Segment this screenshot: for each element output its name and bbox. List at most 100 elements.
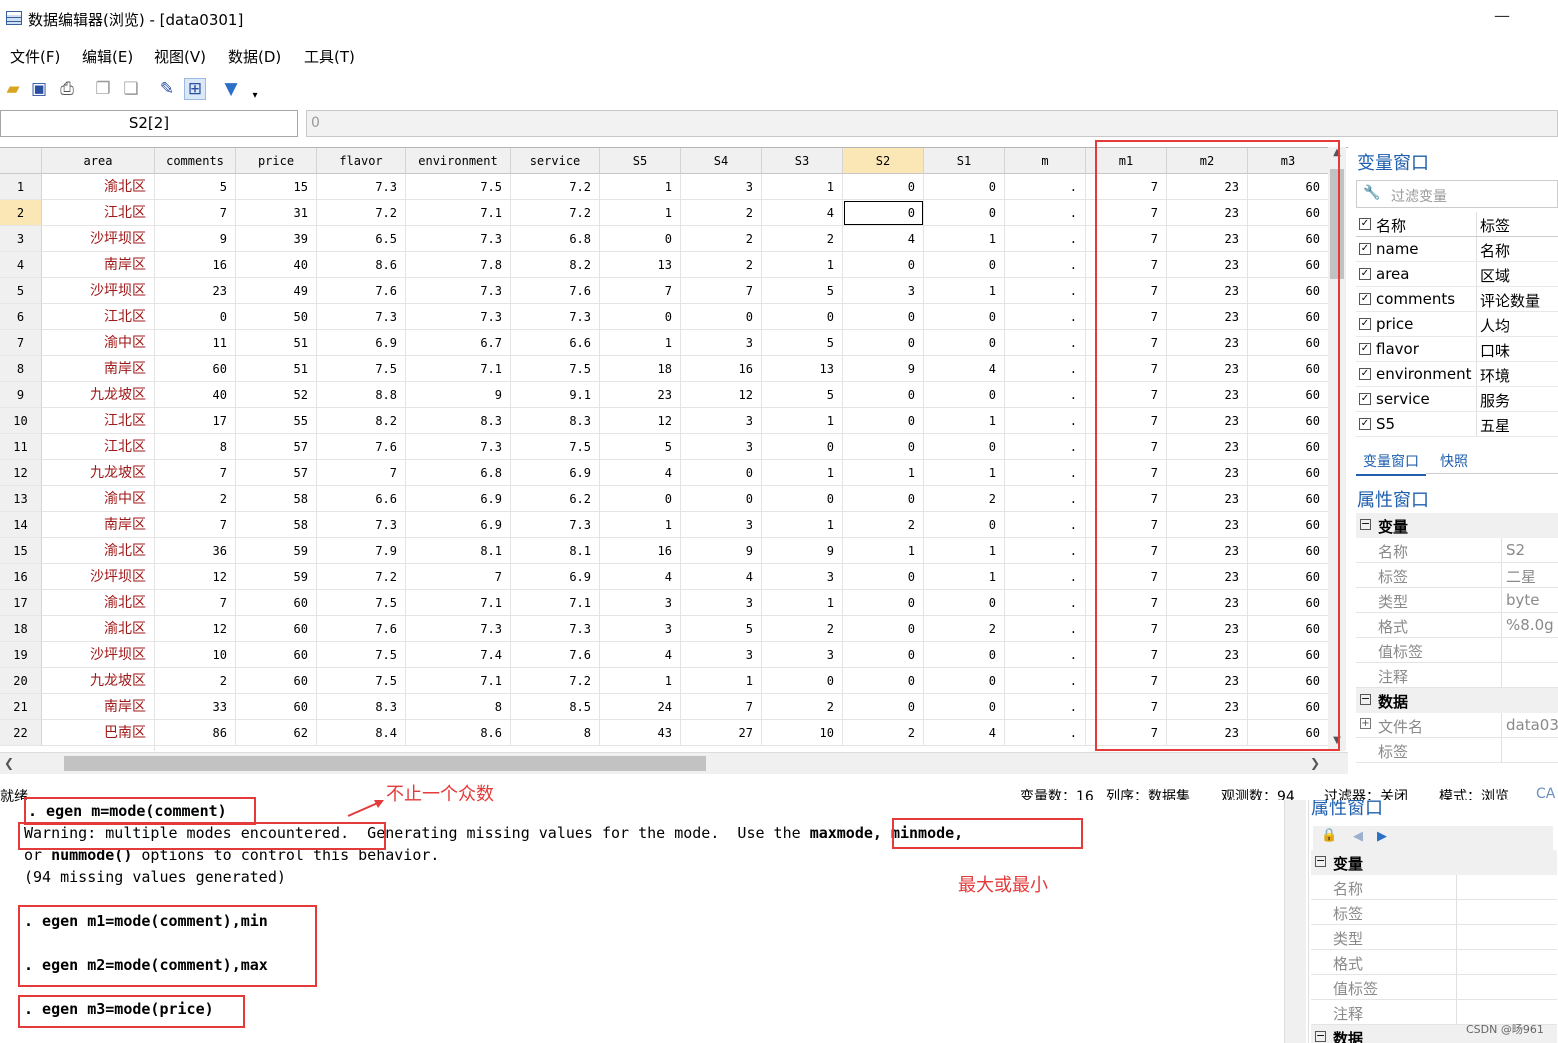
- data-cell-S3[interactable]: 0: [762, 434, 843, 460]
- edit-icon[interactable]: ✎: [156, 78, 178, 100]
- data-cell-S1[interactable]: 0: [924, 642, 1005, 668]
- row-header[interactable]: 1: [0, 174, 42, 200]
- data-cell-flavor[interactable]: 8.4: [317, 720, 406, 746]
- data-cell-price[interactable]: 49: [236, 278, 317, 304]
- data-cell-S4[interactable]: 2: [681, 226, 762, 252]
- data-cell-S3[interactable]: 3: [762, 642, 843, 668]
- data-cell-price[interactable]: 39: [236, 226, 317, 252]
- data-cell-S5[interactable]: 1: [600, 330, 681, 356]
- data-cell-price[interactable]: 40: [236, 252, 317, 278]
- hscroll-thumb[interactable]: [64, 756, 706, 771]
- data-cell-S2[interactable]: 0: [843, 174, 924, 200]
- data-cell-S2[interactable]: 0: [843, 434, 924, 460]
- data-cell-service[interactable]: 8: [511, 720, 600, 746]
- data-cell-area[interactable]: 巴南区: [42, 720, 155, 746]
- data-cell-price[interactable]: 51: [236, 330, 317, 356]
- property-row[interactable]: 标签: [1356, 738, 1558, 763]
- data-cell-S3[interactable]: 2: [762, 616, 843, 642]
- data-cell-S4[interactable]: 3: [681, 174, 762, 200]
- data-cell-service[interactable]: 7.2: [511, 174, 600, 200]
- data-cell-S5[interactable]: 12: [600, 408, 681, 434]
- data-cell-comments[interactable]: 7: [155, 460, 236, 486]
- data-cell-S1[interactable]: 2: [924, 486, 1005, 512]
- data-cell-service[interactable]: 7.5: [511, 356, 600, 382]
- data-cell-environment[interactable]: 7.3: [406, 434, 511, 460]
- collapse-icon[interactable]: −: [1315, 855, 1326, 867]
- open-icon[interactable]: ▰: [2, 78, 24, 100]
- data-cell-comments[interactable]: 16: [155, 252, 236, 278]
- data-cell-service[interactable]: 6.2: [511, 486, 600, 512]
- property-row[interactable]: 名称: [1311, 875, 1557, 900]
- data-cell-S2[interactable]: 0: [843, 668, 924, 694]
- group-variable[interactable]: − 变量: [1356, 513, 1558, 538]
- data-cell-S1[interactable]: 1: [924, 278, 1005, 304]
- data-cell-S4[interactable]: 2: [681, 200, 762, 226]
- data-cell-S4[interactable]: 3: [681, 408, 762, 434]
- data-cell-environment[interactable]: 8.3: [406, 408, 511, 434]
- data-cell-service[interactable]: 6.6: [511, 330, 600, 356]
- data-cell-S1[interactable]: 0: [924, 668, 1005, 694]
- data-cell-S1[interactable]: 0: [924, 304, 1005, 330]
- data-cell-flavor[interactable]: 7.6: [317, 616, 406, 642]
- data-cell-S3[interactable]: 0: [762, 304, 843, 330]
- data-cell-flavor[interactable]: 8.2: [317, 408, 406, 434]
- data-cell-S3[interactable]: 1: [762, 460, 843, 486]
- checkbox-icon[interactable]: ✓: [1359, 318, 1371, 330]
- variable-item-environment[interactable]: ✓ environment 环境: [1356, 362, 1558, 387]
- data-cell-flavor[interactable]: 7.6: [317, 278, 406, 304]
- data-cell-comments[interactable]: 33: [155, 694, 236, 720]
- data-cell-service[interactable]: 6.8: [511, 226, 600, 252]
- property-row[interactable]: 格式 %8.0g: [1356, 613, 1558, 638]
- data-cell-S1[interactable]: 1: [924, 408, 1005, 434]
- data-cell-price[interactable]: 55: [236, 408, 317, 434]
- data-cell-comments[interactable]: 17: [155, 408, 236, 434]
- data-cell-S5[interactable]: 18: [600, 356, 681, 382]
- collapse-icon[interactable]: −: [1315, 1030, 1326, 1042]
- data-cell-flavor[interactable]: 8.3: [317, 694, 406, 720]
- data-cell-S2[interactable]: 0: [843, 408, 924, 434]
- row-header[interactable]: 20: [0, 668, 42, 694]
- data-cell-area[interactable]: 南岸区: [42, 694, 155, 720]
- data-cell-environment[interactable]: 8.6: [406, 720, 511, 746]
- data-cell-environment[interactable]: 9: [406, 382, 511, 408]
- data-cell-environment[interactable]: 7.3: [406, 304, 511, 330]
- data-cell-environment[interactable]: 6.9: [406, 486, 511, 512]
- data-cell-comments[interactable]: 12: [155, 616, 236, 642]
- data-cell-S1[interactable]: 1: [924, 538, 1005, 564]
- data-cell-S2[interactable]: 0: [843, 564, 924, 590]
- data-cell-S2[interactable]: 0: [843, 330, 924, 356]
- data-cell-m[interactable]: .: [1005, 252, 1086, 278]
- data-cell-area[interactable]: 南岸区: [42, 512, 155, 538]
- data-cell-area[interactable]: 沙坪坝区: [42, 226, 155, 252]
- data-cell-area[interactable]: 渝北区: [42, 538, 155, 564]
- data-cell-S1[interactable]: 2: [924, 616, 1005, 642]
- data-cell-S1[interactable]: 1: [924, 226, 1005, 252]
- row-header[interactable]: 14: [0, 512, 42, 538]
- data-cell-S5[interactable]: 24: [600, 694, 681, 720]
- property-row[interactable]: 类型: [1311, 925, 1557, 950]
- data-cell-flavor[interactable]: 7.5: [317, 356, 406, 382]
- data-cell-S4[interactable]: 7: [681, 694, 762, 720]
- data-cell-S4[interactable]: 4: [681, 564, 762, 590]
- data-cell-S1[interactable]: 0: [924, 330, 1005, 356]
- menu-edit[interactable]: 编辑(E): [82, 46, 133, 67]
- data-cell-flavor[interactable]: 7.3: [317, 512, 406, 538]
- data-cell-m[interactable]: .: [1005, 616, 1086, 642]
- data-cell-price[interactable]: 60: [236, 694, 317, 720]
- data-cell-area[interactable]: 九龙坡区: [42, 668, 155, 694]
- collapse-icon[interactable]: −: [1360, 518, 1371, 530]
- data-cell-comments[interactable]: 12: [155, 564, 236, 590]
- row-header[interactable]: 12: [0, 460, 42, 486]
- data-cell-price[interactable]: 60: [236, 616, 317, 642]
- data-cell-m[interactable]: .: [1005, 278, 1086, 304]
- data-cell-m[interactable]: .: [1005, 720, 1086, 746]
- row-header[interactable]: 3: [0, 226, 42, 252]
- data-cell-m[interactable]: .: [1005, 356, 1086, 382]
- data-cell-m[interactable]: .: [1005, 304, 1086, 330]
- column-header-price[interactable]: price: [236, 148, 317, 174]
- data-cell-S3[interactable]: 1: [762, 252, 843, 278]
- data-cell-comments[interactable]: 8: [155, 434, 236, 460]
- property-row[interactable]: 标签 二星: [1356, 563, 1558, 588]
- data-cell-area[interactable]: 渝北区: [42, 590, 155, 616]
- data-cell-flavor[interactable]: 7.6: [317, 434, 406, 460]
